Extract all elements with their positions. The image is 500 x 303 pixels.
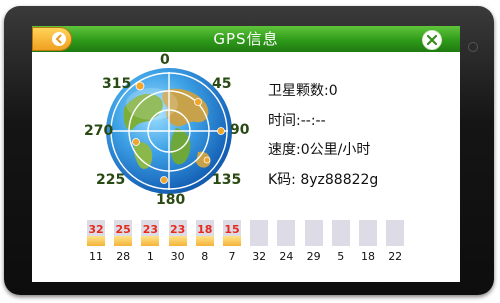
satellite-bar-29 [304, 220, 323, 246]
satellite-id: 7 [228, 250, 236, 263]
compass-label-45: 45 [212, 76, 232, 92]
gps-time: 时间:--:-- [268, 113, 326, 129]
satellite-bar-28: 25 [114, 220, 133, 246]
close-x-icon [426, 34, 438, 46]
satellite-bar-30: 23 [168, 220, 187, 246]
signal-level-fill [168, 236, 187, 246]
satellite-id: 8 [201, 250, 209, 263]
signal-strength-value: 32 [88, 223, 104, 236]
signal-strength-value: 15 [224, 223, 240, 236]
satellite-bar-24 [277, 220, 296, 246]
signal-strength-value: 23 [169, 223, 186, 236]
gps-screen: GPS信息 0 45 90 135 180 225 270 315 卫星颗数:0… [32, 26, 460, 282]
camera-dot [468, 42, 478, 52]
satellite-bar-1: 23 [141, 220, 160, 246]
compass-label-270: 270 [84, 123, 114, 139]
close-button[interactable] [422, 30, 442, 50]
satellite-id: 30 [170, 250, 185, 263]
compass-label-135: 135 [212, 172, 242, 188]
signal-level-fill [87, 236, 105, 246]
compass-label-180: 180 [156, 192, 186, 208]
satellite-id: 32 [252, 250, 267, 263]
signal-level-fill [223, 236, 241, 246]
satellite-bar-32 [250, 220, 269, 246]
title-bar: GPS信息 [32, 26, 460, 52]
satellite-id: 28 [116, 250, 131, 263]
back-button[interactable] [32, 27, 72, 51]
satellite-bar-22 [386, 220, 405, 246]
satellite-bar-8: 18 [195, 220, 214, 246]
compass-label-315: 315 [102, 76, 132, 92]
signal-level-fill [195, 236, 214, 246]
gps-speed: 速度:0公里/小时 [268, 142, 371, 158]
signal-level-fill [114, 236, 133, 246]
signal-strength-value: 18 [197, 223, 213, 236]
satellite-id: 22 [388, 250, 403, 263]
satellite-count: 卫星颗数:0 [268, 83, 338, 99]
satellite-id: 24 [279, 250, 294, 263]
compass-label-90: 90 [230, 122, 250, 138]
satellite-id: 29 [306, 250, 321, 263]
signal-level-fill [141, 236, 160, 246]
back-arrow-icon [52, 32, 66, 46]
signal-strength-value: 25 [115, 223, 131, 236]
satellite-bar-7: 15 [223, 220, 241, 246]
satellite-bar-5 [331, 220, 350, 246]
compass-label-225: 225 [96, 172, 126, 188]
page-title: GPS信息 [213, 30, 279, 48]
k-code: K码: 8yz88822g [268, 172, 379, 188]
satellite-bar-11: 32 [87, 220, 105, 246]
satellite-id: 11 [89, 250, 103, 263]
satellite-id: 1 [146, 250, 154, 263]
signal-strength-value: 23 [142, 223, 159, 236]
satellite-bar-18 [359, 220, 377, 246]
compass-label-0: 0 [160, 52, 170, 68]
satellite-id: 18 [361, 250, 375, 263]
satellite-id: 5 [337, 250, 345, 263]
